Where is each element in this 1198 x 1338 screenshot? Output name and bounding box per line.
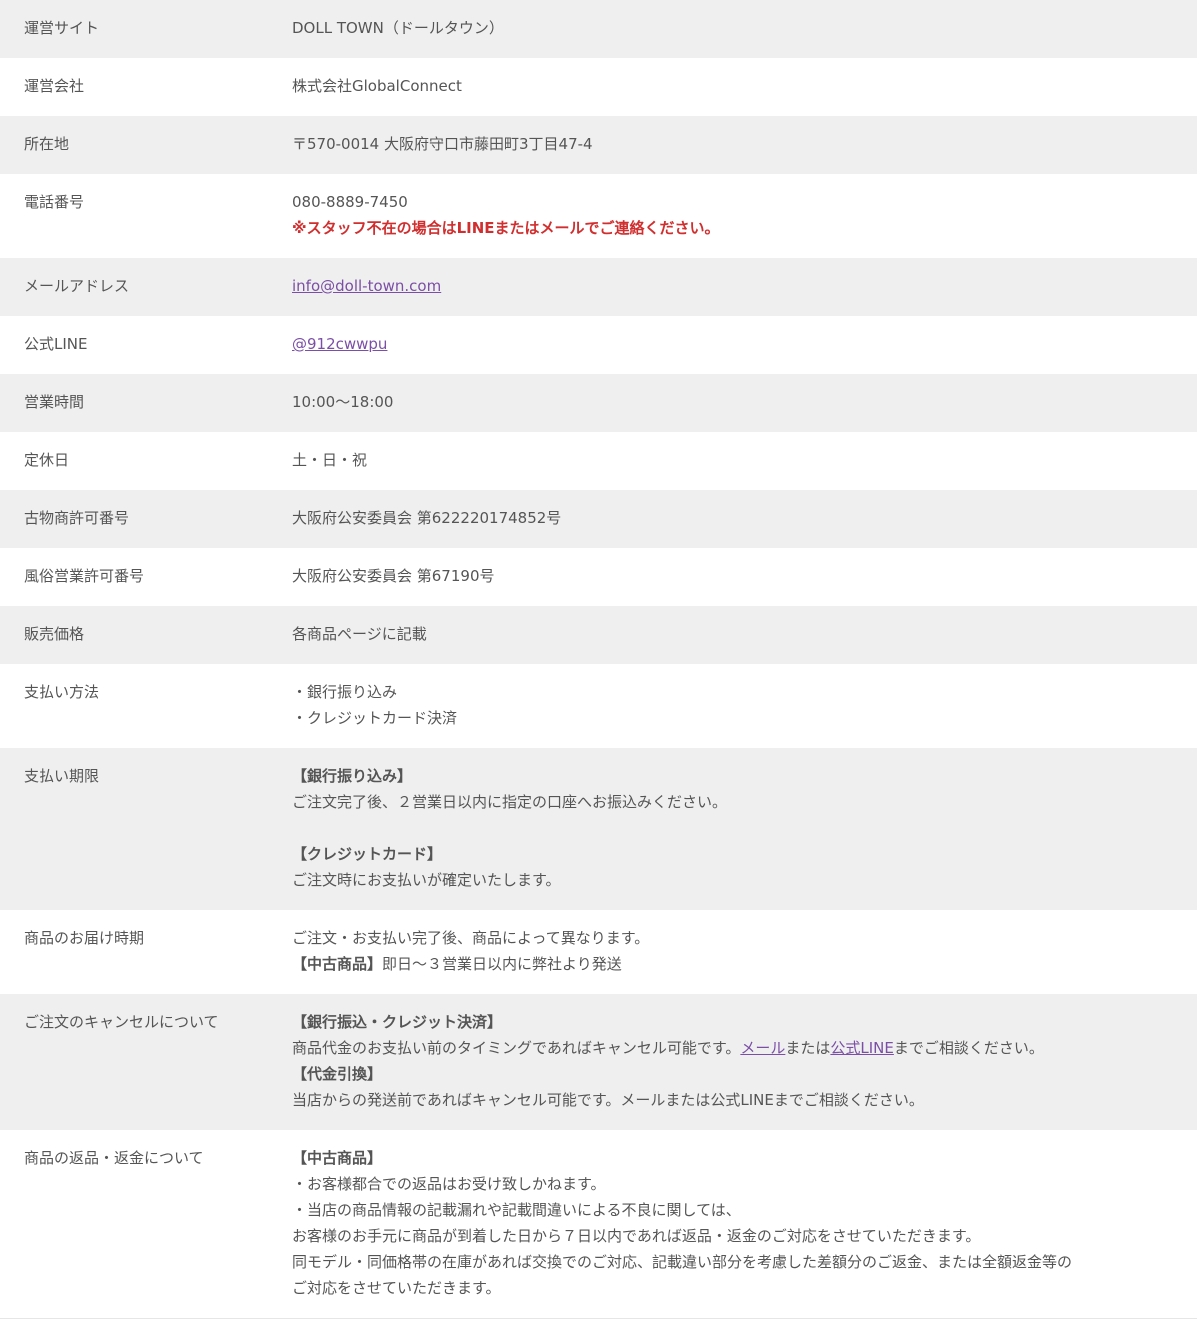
credit-card-heading: 【クレジットカード】 xyxy=(292,845,443,863)
phone-number: 080-8889-7450 xyxy=(292,193,408,211)
row-label: 支払い方法 xyxy=(24,683,100,701)
used-item-text: 即日〜３営業日以内に弊社より発送 xyxy=(382,955,622,973)
row-label: 電話番号 xyxy=(24,193,85,211)
row-delivery: 商品のお届け時期 ご注文・お支払い完了後、商品によって異なります。 【中古商品】… xyxy=(0,910,1197,994)
returns-heading: 【中古商品】 xyxy=(292,1149,383,1167)
row-value-group: ・銀行振り込み ・クレジットカード決済 xyxy=(268,679,1197,731)
row-value: DOLL TOWN（ドールタウン） xyxy=(292,19,504,37)
row-phone: 電話番号 080-8889-7450 ※スタッフ不在の場合はLINEまたはメール… xyxy=(0,174,1197,258)
row-value-group: 【銀行振込・クレジット決済】 商品代金のお支払い前のタイミングであればキャンセル… xyxy=(268,1009,1197,1113)
row-value-group: 080-8889-7450 ※スタッフ不在の場合はLINEまたはメールでご連絡く… xyxy=(268,189,1197,241)
row-line: 公式LINE @912cwwpu xyxy=(0,316,1197,374)
credit-card-text: ご注文時にお支払いが確定いたします。 xyxy=(292,871,561,889)
staff-absence-note: ※スタッフ不在の場合はLINEまたはメールでご連絡ください。 xyxy=(292,219,720,237)
row-label: メールアドレス xyxy=(24,277,130,295)
row-label: 風俗営業許可番号 xyxy=(24,567,145,585)
email-link[interactable]: info@doll-town.com xyxy=(292,277,441,295)
row-label: 定休日 xyxy=(24,451,70,469)
cancel-heading-cod: 【代金引換】 xyxy=(292,1065,383,1083)
row-label: 支払い期限 xyxy=(24,767,100,785)
cancel-text-part: 商品代金のお支払い前のタイミングであればキャンセル可能です。 xyxy=(292,1039,741,1057)
row-value-group: ご注文・お支払い完了後、商品によって異なります。 【中古商品】即日〜３営業日以内… xyxy=(268,925,1197,977)
used-item-delivery: 【中古商品】即日〜３営業日以内に弊社より発送 xyxy=(292,951,1197,977)
row-antique-license: 古物商許可番号 大阪府公安委員会 第622220174852号 xyxy=(0,490,1197,548)
row-label: 公式LINE xyxy=(24,335,88,353)
row-label: 運営会社 xyxy=(24,77,85,95)
row-site: 運営サイト DOLL TOWN（ドールタウン） xyxy=(0,0,1197,58)
row-label: ご注文のキャンセルについて xyxy=(24,1013,219,1031)
payment-method-item: ・クレジットカード決済 xyxy=(292,709,458,727)
row-business-license: 風俗営業許可番号 大阪府公安委員会 第67190号 xyxy=(0,548,1197,606)
used-item-heading: 【中古商品】 xyxy=(292,955,383,973)
row-value-group: @912cwwpu xyxy=(268,331,1197,357)
cancel-text-part: までご相談ください。 xyxy=(893,1039,1044,1057)
row-value: 株式会社GlobalConnect xyxy=(292,77,462,95)
row-value: 土・日・祝 xyxy=(292,451,368,469)
row-label: 営業時間 xyxy=(24,393,85,411)
row-label: 所在地 xyxy=(24,135,70,153)
payment-method-item: ・銀行振り込み xyxy=(292,683,398,701)
cancel-text-cod: 当店からの発送前であればキャンセル可能です。メールまたは公式LINEまでご相談く… xyxy=(292,1091,924,1109)
delivery-text: ご注文・お支払い完了後、商品によって異なります。 xyxy=(292,929,650,947)
bank-transfer-heading: 【銀行振り込み】 xyxy=(292,767,413,785)
row-value: 各商品ページに記載 xyxy=(292,625,427,643)
row-label: 運営サイト xyxy=(24,19,100,37)
row-value-group: info@doll-town.com xyxy=(268,273,1197,299)
row-value: 〒570-0014 大阪府守口市藤田町3丁目47-4 xyxy=(292,135,593,153)
returns-line: ・お客様都合での返品はお受け致しかねます。 xyxy=(292,1175,606,1193)
official-line-link[interactable]: 公式LINE xyxy=(830,1039,893,1057)
row-value-group: 【中古商品】 ・お客様都合での返品はお受け致しかねます。 ・当店の商品情報の記載… xyxy=(268,1145,1197,1301)
cancel-heading-bank-card: 【銀行振込・クレジット決済】 xyxy=(292,1013,503,1031)
line-id-link[interactable]: @912cwwpu xyxy=(292,335,387,353)
row-holidays: 定休日 土・日・祝 xyxy=(0,432,1197,490)
row-price: 販売価格 各商品ページに記載 xyxy=(0,606,1197,664)
row-address: 所在地 〒570-0014 大阪府守口市藤田町3丁目47-4 xyxy=(0,116,1197,174)
cancel-text-part: または xyxy=(785,1039,831,1057)
returns-line: ・当店の商品情報の記載漏れや記載間違いによる不良に関しては、 xyxy=(292,1201,741,1219)
row-label: 商品のお届け時期 xyxy=(24,929,145,947)
row-email: メールアドレス info@doll-town.com xyxy=(0,258,1197,316)
returns-line: 同モデル・同価格帯の在庫があれば交換でのご対応、記載違い部分を考慮した差額分のご… xyxy=(292,1253,1073,1271)
row-value: 大阪府公安委員会 第67190号 xyxy=(292,567,495,585)
info-table: 運営サイト DOLL TOWN（ドールタウン） 運営会社 株式会社GlobalC… xyxy=(0,0,1197,1319)
row-value-group: 【銀行振り込み】 ご注文完了後、２営業日以内に指定の口座へお振込みください。 【… xyxy=(268,763,1197,893)
row-value: 大阪府公安委員会 第622220174852号 xyxy=(292,509,562,527)
cancel-text-bank-card: 商品代金のお支払い前のタイミングであればキャンセル可能です。メールまたは公式LI… xyxy=(292,1035,1197,1061)
returns-line: ご対応をさせていただきます。 xyxy=(292,1279,501,1297)
mail-link[interactable]: メール xyxy=(740,1039,785,1057)
row-payment-methods: 支払い方法 ・銀行振り込み ・クレジットカード決済 xyxy=(0,664,1197,748)
row-returns: 商品の返品・返金について 【中古商品】 ・お客様都合での返品はお受け致しかねます… xyxy=(0,1130,1197,1318)
row-payment-deadline: 支払い期限 【銀行振り込み】 ご注文完了後、２営業日以内に指定の口座へお振込みく… xyxy=(0,748,1197,910)
row-label: 販売価格 xyxy=(24,625,85,643)
returns-line: お客様のお手元に商品が到着した日から７日以内であれば返品・返金のご対応をさせてい… xyxy=(292,1227,981,1245)
row-value: 10:00〜18:00 xyxy=(292,393,394,411)
row-company: 運営会社 株式会社GlobalConnect xyxy=(0,58,1197,116)
bank-transfer-text: ご注文完了後、２営業日以内に指定の口座へお振込みください。 xyxy=(292,793,728,811)
row-cancel: ご注文のキャンセルについて 【銀行振込・クレジット決済】 商品代金のお支払い前の… xyxy=(0,994,1197,1130)
row-label: 商品の返品・返金について xyxy=(24,1149,204,1167)
row-label: 古物商許可番号 xyxy=(24,509,130,527)
row-hours: 営業時間 10:00〜18:00 xyxy=(0,374,1197,432)
